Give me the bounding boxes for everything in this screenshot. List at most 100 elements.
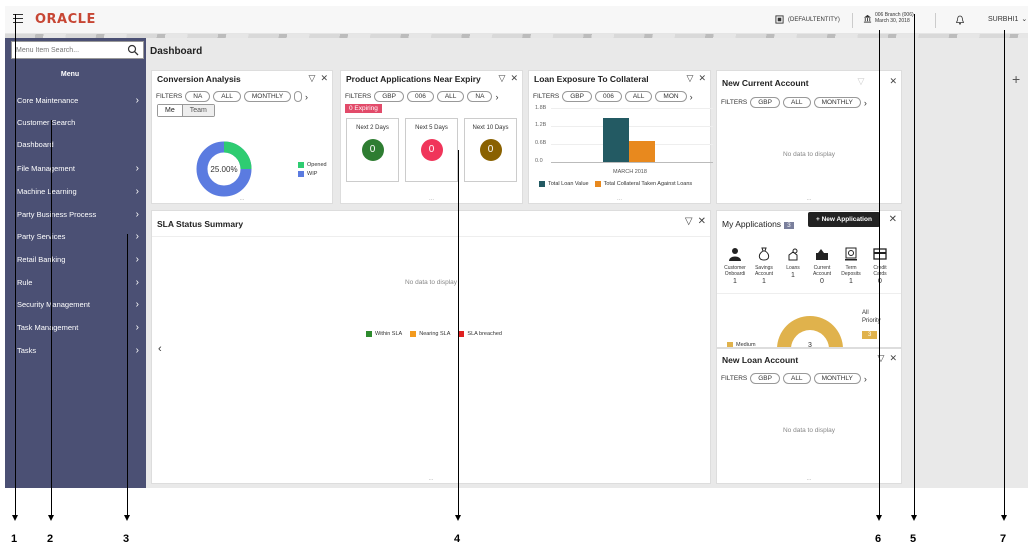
toggle-team[interactable]: Team xyxy=(181,105,214,116)
entity-label: (DEFAULTENTITY) xyxy=(788,16,840,23)
expiry-box[interactable]: Next 5 Days 0 xyxy=(405,118,458,182)
filter-icon[interactable]: ▽ xyxy=(309,73,316,84)
sidebar-item[interactable]: Tasks › xyxy=(17,345,139,356)
dashboard-area: Dashboard + Conversion Analysis ▽ ✕ FILTE… xyxy=(146,38,1028,488)
chevron-right-icon[interactable]: › xyxy=(495,92,498,102)
filter-bar: FILTERS GBP ALL MONTHLY › xyxy=(721,373,867,384)
sidebar-item[interactable]: Task Management › xyxy=(17,322,139,333)
callout-line xyxy=(458,150,459,515)
sidebar-item-label: Tasks xyxy=(17,345,37,355)
close-icon[interactable]: ✕ xyxy=(698,216,706,227)
resize-handle[interactable]: ... xyxy=(428,476,433,482)
expiry-box[interactable]: Next 10 Days 0 xyxy=(464,118,517,182)
callout-number: 3 xyxy=(123,533,130,545)
callout-number: 1 xyxy=(11,533,18,545)
expiry-label: Next 5 Days xyxy=(415,125,448,131)
user-menu[interactable]: SURBHI1 ⌄ xyxy=(988,15,1027,24)
new-application-button[interactable]: + New Application xyxy=(808,212,880,227)
close-icon[interactable]: ✕ xyxy=(889,76,897,87)
filter-icon[interactable]: ▽ xyxy=(685,216,693,227)
add-widget-icon[interactable]: + xyxy=(1012,71,1020,87)
application-tile[interactable]: Credit Cards 0 xyxy=(868,247,892,285)
filter-pill-more[interactable] xyxy=(294,91,302,102)
application-tile[interactable]: Savings Account 1 xyxy=(752,247,776,285)
sidebar-item[interactable]: Customer Search xyxy=(17,118,139,127)
filter-icon[interactable]: ▽ xyxy=(858,76,865,87)
sidebar-item[interactable]: Security Management › xyxy=(17,299,139,310)
close-icon[interactable]: ✕ xyxy=(320,73,328,84)
gridline xyxy=(551,126,713,127)
expiry-box[interactable]: Next 2 Days 0 xyxy=(346,118,399,182)
resize-handle[interactable]: ... xyxy=(806,476,811,482)
filter-pill[interactable]: NA xyxy=(467,91,493,102)
search-icon[interactable] xyxy=(127,44,139,56)
callout-arrow xyxy=(48,515,54,521)
x-label: MARCH 2018 xyxy=(613,169,647,175)
filter-pill[interactable]: MONTHLY xyxy=(813,97,861,108)
sidebar-item[interactable]: Retail Banking › xyxy=(17,254,139,265)
filter-pill[interactable]: GBP xyxy=(750,97,780,108)
toggle-me[interactable]: Me xyxy=(158,105,182,116)
menu-search-input[interactable]: Menu Item Search... xyxy=(11,41,144,59)
bell-icon[interactable] xyxy=(955,15,965,25)
callout-number: 7 xyxy=(1000,533,1007,545)
menu-search-placeholder: Menu Item Search... xyxy=(16,46,80,54)
close-icon[interactable]: ✕ xyxy=(698,73,706,84)
legend-swatch xyxy=(366,331,372,337)
filter-pill[interactable]: MONTHLY xyxy=(243,91,292,102)
filter-pill[interactable]: GBP xyxy=(562,91,592,102)
filter-icon[interactable]: ▽ xyxy=(687,73,694,84)
application-tile[interactable]: Term Deposits 1 xyxy=(839,247,863,285)
application-tile[interactable]: Current Account 0 xyxy=(810,247,834,285)
sidebar-item-label: Security Management xyxy=(17,300,90,310)
application-tile[interactable]: Loans 1 xyxy=(781,247,805,279)
filter-pill[interactable]: ALL xyxy=(213,91,241,102)
entity-selector[interactable]: (DEFAULTENTITY) xyxy=(775,15,840,24)
sidebar-item[interactable]: File Management › xyxy=(17,163,139,174)
chevron-right-icon[interactable]: › xyxy=(864,98,867,108)
branch-selector[interactable]: 006 Branch (006) March 30, 2018 xyxy=(863,12,914,24)
sidebar-item[interactable]: Party Business Process › xyxy=(17,209,139,220)
filter-pill[interactable]: 006 xyxy=(594,91,622,102)
oracle-logo: ORACLE xyxy=(35,12,96,27)
filter-pill[interactable]: MONTHLY xyxy=(813,373,861,384)
divider xyxy=(152,236,710,237)
close-icon[interactable]: ✕ xyxy=(889,214,897,225)
filter-pill[interactable]: ALL xyxy=(436,91,465,102)
person-icon xyxy=(729,248,741,261)
sidebar-item[interactable]: Dashboard xyxy=(17,140,139,149)
filter-icon[interactable]: ▽ xyxy=(499,73,506,84)
chevron-right-icon[interactable]: › xyxy=(690,92,693,102)
sidebar-item[interactable]: Rule › xyxy=(17,277,139,288)
no-data-message: No data to display xyxy=(782,151,836,158)
filter-pill[interactable]: NA xyxy=(185,91,211,102)
filter-pill[interactable]: ALL xyxy=(782,373,811,384)
legend-label: Within SLA xyxy=(375,331,403,337)
filter-pill[interactable]: MON xyxy=(655,91,687,102)
resize-handle[interactable]: ... xyxy=(239,196,244,202)
resize-handle[interactable]: ... xyxy=(806,196,811,202)
filter-pill[interactable]: ALL xyxy=(782,97,811,108)
callout-line xyxy=(879,30,880,515)
close-icon[interactable]: ✕ xyxy=(889,353,897,364)
resize-handle[interactable]: ... xyxy=(429,196,434,202)
chevron-left-icon[interactable]: ‹ xyxy=(158,343,162,355)
filter-pill[interactable]: GBP xyxy=(750,373,780,384)
y-tick: 1.8B xyxy=(535,105,547,111)
resize-handle[interactable]: ... xyxy=(617,196,622,202)
sidebar-item[interactable]: Core Maintenance › xyxy=(17,95,139,106)
application-tile[interactable]: Customer Onboardi 1 xyxy=(723,247,747,285)
card-title: My Applications 3 xyxy=(722,219,794,229)
sidebar-item[interactable]: Party Services › xyxy=(17,231,139,242)
close-icon[interactable]: ✕ xyxy=(510,73,518,84)
filters-label: FILTERS xyxy=(721,99,748,106)
chevron-right-icon[interactable]: › xyxy=(305,92,308,102)
branch-date: March 30, 2018 xyxy=(875,18,910,24)
chevron-right-icon: › xyxy=(135,344,139,356)
filter-pill[interactable]: GBP xyxy=(374,91,404,102)
sidebar-item[interactable]: Machine Learning › xyxy=(17,186,139,197)
chevron-right-icon[interactable]: › xyxy=(864,374,867,384)
sidebar-item-label: Party Business Process xyxy=(17,209,97,219)
filter-pill[interactable]: ALL xyxy=(624,91,653,102)
filter-pill[interactable]: 006 xyxy=(406,91,434,102)
